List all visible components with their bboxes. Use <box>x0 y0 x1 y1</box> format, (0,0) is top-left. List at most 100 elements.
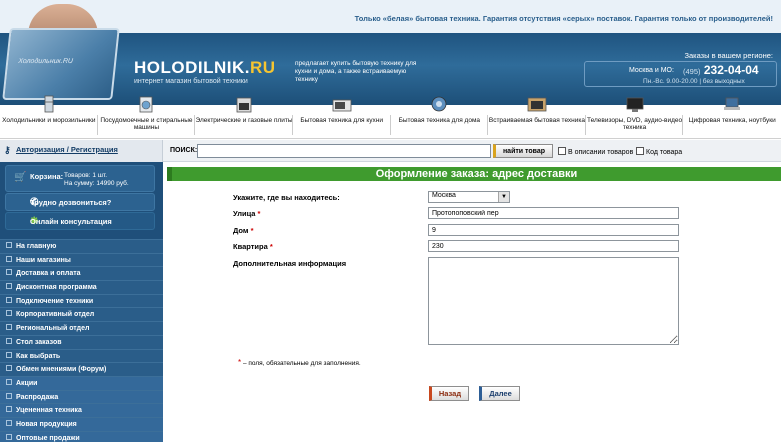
sidebar-item-home[interactable]: На главную <box>0 239 163 253</box>
sidebar-item-sale[interactable]: Распродажа <box>0 389 163 404</box>
sidebar-item-stores[interactable]: Наши магазины <box>0 252 163 267</box>
checkbox-label: Код товара <box>646 149 683 156</box>
microwave-icon <box>332 99 352 112</box>
sidebar-item-label: Стол заказов <box>16 338 62 346</box>
category-kitchen[interactable]: Бытовая техника для кухни <box>293 99 391 138</box>
sidebar-item-label: Подключение техники <box>16 297 94 305</box>
category-fridges[interactable]: Холодильники и морозильники <box>0 95 98 138</box>
checkbox-code[interactable]: Код товара <box>636 147 682 156</box>
phone-code: (495) <box>683 67 701 76</box>
bullet-icon <box>6 242 12 248</box>
apartment-field[interactable] <box>428 240 679 252</box>
sidebar-item-new[interactable]: Новая продукция <box>0 416 163 431</box>
chevron-down-icon: ▼ <box>498 192 509 202</box>
phone-number: (495) 232-04-04 <box>683 63 759 77</box>
street-label-text: Улица <box>233 209 256 218</box>
search-button[interactable]: найти товар <box>493 144 553 158</box>
info-textarea[interactable] <box>428 257 679 345</box>
street-field[interactable] <box>428 207 679 219</box>
order-form: Оформление заказа: адрес доставки Укажит… <box>163 162 781 442</box>
required-note-text: – поля, обязательные для заполнения. <box>242 360 361 367</box>
sidebar-item-corporate[interactable]: Корпоративный отдел <box>0 307 163 322</box>
bullet-icon <box>6 310 12 317</box>
site-logo[interactable]: HOLODILNIK.RU <box>134 58 276 78</box>
cart-label: Корзина: <box>30 172 64 181</box>
info-label: Дополнительная информация <box>233 259 347 268</box>
sidebar-item-label: Корпоративный отдел <box>16 311 95 319</box>
category-tv[interactable]: Телевизоры, DVD, аудио-видео техника <box>586 97 684 138</box>
sidebar-item-installation[interactable]: Подключение техники <box>0 293 163 308</box>
sidebar-item-promo[interactable]: Акции <box>0 375 163 390</box>
sidebar-item-label: Доставка и оплата <box>16 270 81 278</box>
bullet-icon <box>6 283 12 290</box>
sidebar-item-label: Акции <box>16 379 38 387</box>
callback-label: Трудно дозвониться? <box>30 198 112 207</box>
bullet-icon <box>6 365 12 372</box>
apartment-label: Квартира * <box>233 242 273 251</box>
category-builtin[interactable]: Встраиваемая бытовая техника <box>488 97 586 138</box>
sidebar-item-howto[interactable]: Как выбрать <box>0 348 163 363</box>
bullet-icon <box>6 269 12 276</box>
required-mark: * <box>257 209 261 218</box>
back-button[interactable]: Назад <box>429 386 469 401</box>
page-title: Оформление заказа: адрес доставки <box>167 167 781 181</box>
category-home[interactable]: Бытовая техника для дома <box>391 96 489 138</box>
sidebar-item-orders[interactable]: Стол заказов <box>0 334 163 349</box>
fridge-icon <box>44 95 54 113</box>
auth-label: Авторизация / Регистрация <box>16 145 118 154</box>
cart-items: Товаров: 1 шт. <box>64 172 108 179</box>
sidebar-item-label: Новая продукция <box>16 420 77 428</box>
required-mark: * <box>269 242 273 251</box>
category-label: Бытовая техника для дома <box>398 117 481 124</box>
sidebar-item-wholesale[interactable]: Оптовые продажи <box>0 430 163 442</box>
next-button[interactable]: Далее <box>479 386 520 401</box>
bullet-icon <box>6 324 12 331</box>
site-blurb: предлагает купить бытовую технику для ку… <box>295 60 417 83</box>
sidebar-menu: На главную Наши магазины Доставка и опла… <box>0 239 163 442</box>
tv-icon <box>626 97 643 112</box>
cart-widget[interactable]: 🛒 Корзина: Товаров: 1 шт. На сумму: 14990… <box>5 165 155 192</box>
location-value: Москва <box>432 192 456 199</box>
orders-label: Заказы в вашем регионе: <box>684 51 773 60</box>
sidebar-item-discount[interactable]: Дисконтная программа <box>0 280 163 294</box>
bullet-icon <box>6 296 12 303</box>
bullet-icon <box>6 351 12 358</box>
consult-button[interactable]: ❋ Онлайн консультация <box>5 212 155 230</box>
site-header: Холодильник.RU Только «белая» бытовая те… <box>0 0 781 105</box>
category-label: Телевизоры, DVD, аудио-видео техника <box>586 117 683 131</box>
sidebar-item-delivery[interactable]: Доставка и оплата <box>0 266 163 281</box>
house-field[interactable] <box>428 224 679 236</box>
laptop-screen-text: Холодильник.RU <box>17 58 74 65</box>
location-select[interactable]: Москва ▼ <box>428 191 510 203</box>
sidebar-item-label: Наши магазины <box>16 256 71 264</box>
sidebar-item-forum[interactable]: Обмен мнениями (Форум) <box>0 362 163 376</box>
header-topline: Только «белая» бытовая техника. Гарантия… <box>354 14 773 23</box>
working-hours: Пн.-Вс. 9.00-20.00 | без выходных <box>643 78 745 85</box>
site-slogan: интернет магазин бытовой техники <box>134 78 248 85</box>
category-label: Бытовая техника для кухни <box>300 117 383 124</box>
street-label: Улица * <box>233 209 260 218</box>
sidebar-item-regional[interactable]: Региональный отдел <box>0 321 163 335</box>
sidebar-item-label: Обмен мнениями (Форум) <box>16 366 107 374</box>
consult-label: Онлайн консультация <box>30 217 112 226</box>
category-stoves[interactable]: Электрические и газовые плиты <box>195 97 293 138</box>
bullet-icon <box>6 406 12 413</box>
bullet-icon <box>6 255 12 262</box>
checkbox-descriptions[interactable]: В описании товаров <box>558 147 633 156</box>
key-icon: ⚷ <box>4 145 11 155</box>
house-label-text: Дом <box>233 226 249 235</box>
search-label: ПОИСК: <box>170 147 198 154</box>
category-digital[interactable]: Цифровая техника, ноутбуки <box>683 97 781 138</box>
house-label: Дом * <box>233 226 253 235</box>
bullet-icon <box>6 392 12 399</box>
sidebar-item-label: Дисконтная программа <box>16 284 97 292</box>
sidebar-item-label: Как выбрать <box>16 352 61 360</box>
category-washers[interactable]: Посудомоечные и стиральные машины <box>98 96 196 138</box>
phone-digits: 232-04-04 <box>703 63 759 77</box>
callback-button[interactable]: ✆ Трудно дозвониться? <box>5 193 155 211</box>
auth-link[interactable]: ⚷ Авторизация / Регистрация <box>0 140 163 162</box>
search-input[interactable] <box>197 144 491 158</box>
category-label: Электрические и газовые плиты <box>195 117 293 124</box>
stove-icon <box>236 97 252 113</box>
sidebar-item-discounted[interactable]: Уцененная техника <box>0 403 163 417</box>
